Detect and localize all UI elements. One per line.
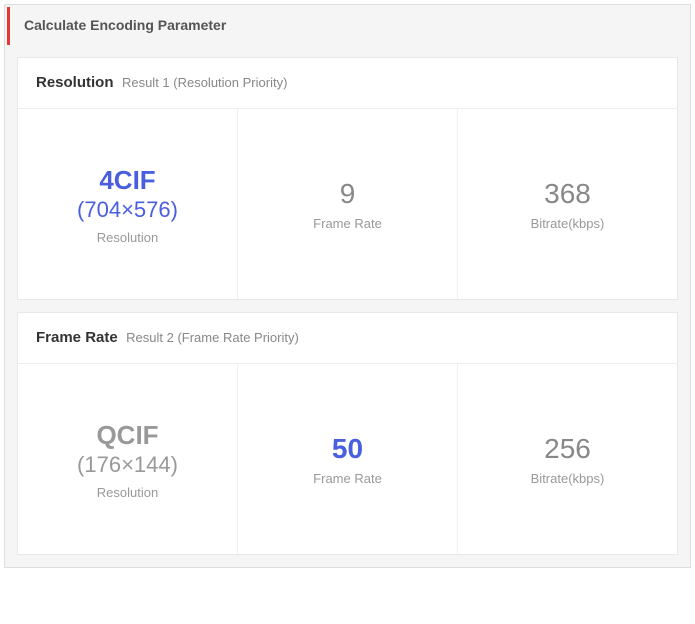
- result-2-frame-rate-label: Frame Rate: [313, 471, 382, 486]
- panel-header: Calculate Encoding Parameter: [7, 7, 690, 45]
- result-2-header: Frame Rate Result 2 (Frame Rate Priority…: [18, 313, 677, 364]
- result-2-header-primary: Frame Rate: [36, 329, 118, 346]
- result-1-frame-rate-value: 9: [340, 177, 356, 211]
- result-1-header: Resolution Result 1 (Resolution Priority…: [18, 58, 677, 109]
- panel-title: Calculate Encoding Parameter: [24, 17, 226, 33]
- result-1-bitrate-label: Bitrate(kbps): [531, 216, 605, 231]
- result-1-bitrate-cell: 368 Bitrate(kbps): [458, 109, 677, 299]
- result-2-bitrate-value: 256: [544, 432, 591, 466]
- result-1-resolution-cell: 4CIF (704×576) Resolution: [18, 109, 238, 299]
- result-2-resolution-dims: (176×144): [77, 451, 178, 479]
- result-2-body: QCIF (176×144) Resolution 50 Frame Rate …: [18, 364, 677, 554]
- result-2-bitrate-cell: 256 Bitrate(kbps): [458, 364, 677, 554]
- result-1-header-primary: Resolution: [36, 74, 114, 91]
- result-card-1: Resolution Result 1 (Resolution Priority…: [17, 57, 678, 300]
- result-card-2: Frame Rate Result 2 (Frame Rate Priority…: [17, 312, 678, 555]
- result-1-frame-rate-label: Frame Rate: [313, 216, 382, 231]
- result-1-bitrate-value: 368: [544, 177, 591, 211]
- result-1-resolution-label: Resolution: [97, 230, 158, 245]
- result-2-resolution-name: QCIF: [96, 419, 158, 452]
- result-2-resolution-cell: QCIF (176×144) Resolution: [18, 364, 238, 554]
- result-1-frame-rate-cell: 9 Frame Rate: [238, 109, 458, 299]
- result-2-frame-rate-value: 50: [332, 432, 363, 466]
- result-2-resolution-label: Resolution: [97, 485, 158, 500]
- result-1-resolution-name: 4CIF: [99, 164, 155, 197]
- result-1-header-secondary: Result 1 (Resolution Priority): [122, 75, 287, 90]
- result-2-header-secondary: Result 2 (Frame Rate Priority): [126, 330, 299, 345]
- result-2-frame-rate-cell: 50 Frame Rate: [238, 364, 458, 554]
- result-1-body: 4CIF (704×576) Resolution 9 Frame Rate 3…: [18, 109, 677, 299]
- encoding-parameter-panel: Calculate Encoding Parameter Resolution …: [4, 4, 691, 568]
- result-1-resolution-dims: (704×576): [77, 196, 178, 224]
- result-2-bitrate-label: Bitrate(kbps): [531, 471, 605, 486]
